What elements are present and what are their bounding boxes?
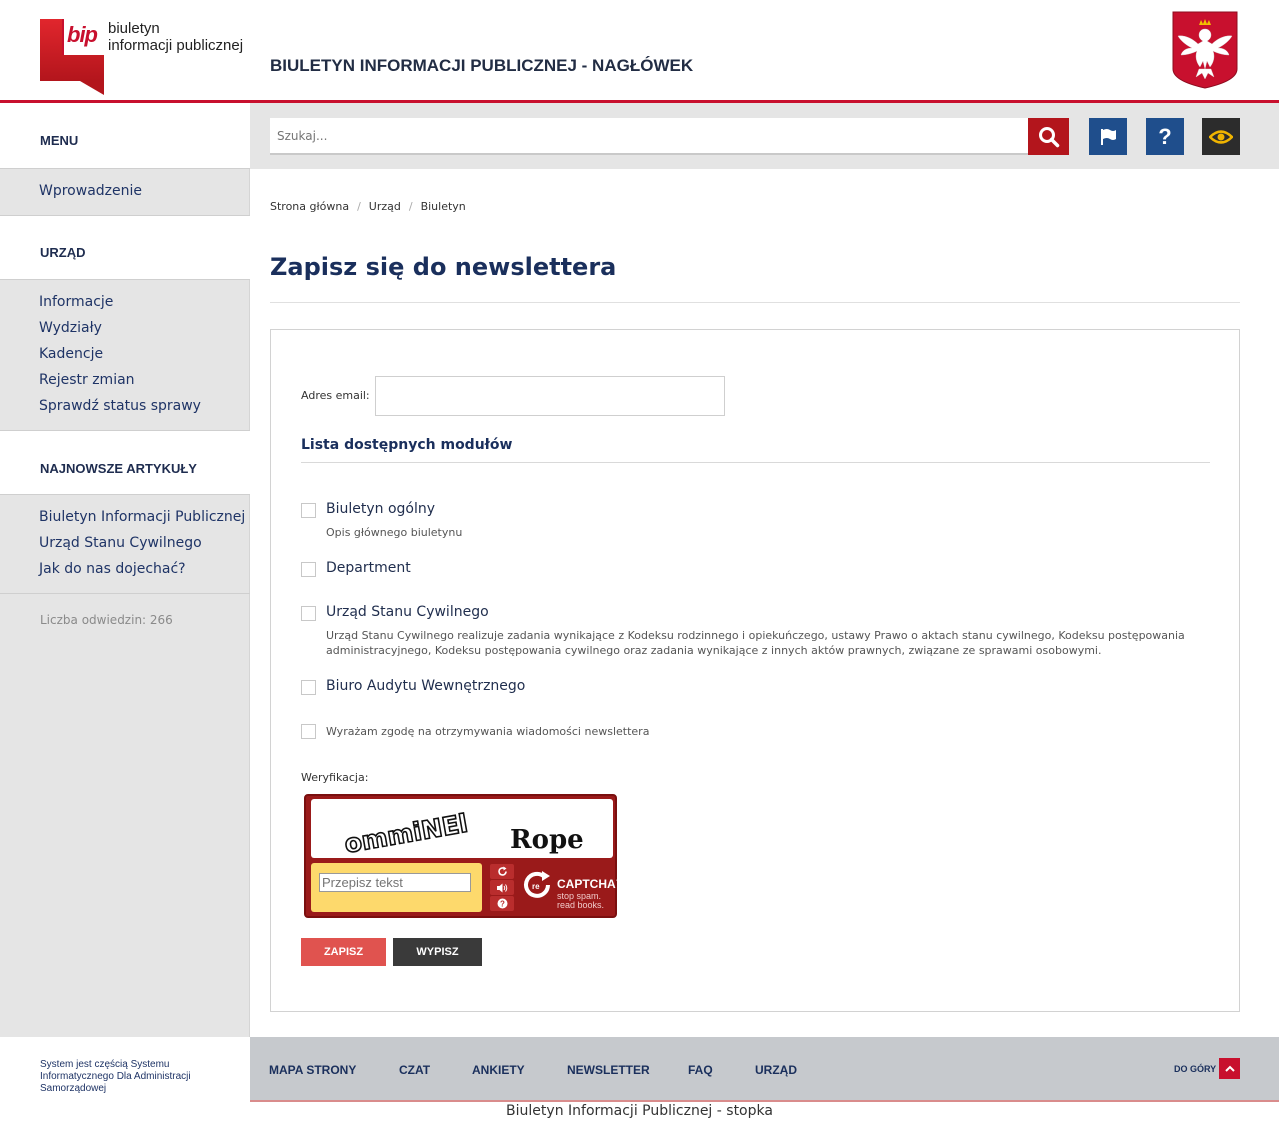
footer-link-office[interactable]: URZĄD xyxy=(755,1063,797,1077)
verification-label: Weryfikacja: xyxy=(301,771,369,784)
coat-of-arms-icon xyxy=(1172,11,1238,89)
recaptcha-slogan: stop spam. read books. xyxy=(557,892,604,910)
recaptcha-branding: re CAPTCHA™ stop spam. read books. xyxy=(520,868,628,912)
module-name: Department xyxy=(326,560,411,576)
sidebar-item-informacje[interactable]: Informacje xyxy=(39,294,113,310)
footer-system-text[interactable]: System jest częścią Systemu Informatyczn… xyxy=(40,1059,240,1095)
speaker-icon xyxy=(497,883,508,892)
sidebar-item-wydzialy[interactable]: Wydziały xyxy=(39,320,102,336)
refresh-button[interactable] xyxy=(490,864,514,879)
module-name: Urząd Stanu Cywilnego xyxy=(326,604,489,620)
module-checkbox-usc[interactable] xyxy=(301,606,316,621)
email-field[interactable] xyxy=(375,376,725,416)
breadcrumb-office[interactable]: Urząd xyxy=(369,200,401,213)
captcha-input[interactable] xyxy=(319,873,471,892)
help-icon: ? xyxy=(1158,123,1172,149)
module-checkbox-audyt[interactable] xyxy=(301,680,316,695)
bip-logo-word: bip xyxy=(67,22,98,47)
footer-link-polls[interactable]: ANKIETY xyxy=(472,1063,525,1077)
footer-link-newsletter[interactable]: NEWSLETTER xyxy=(567,1063,650,1077)
save-button[interactable]: ZAPISZ xyxy=(301,938,386,966)
sidebar-article-dojazd[interactable]: Jak do nas dojechać? xyxy=(39,561,186,577)
breadcrumb-separator: / xyxy=(357,200,361,213)
footer-link-sitemap[interactable]: MAPA STRONY xyxy=(269,1063,356,1077)
audio-button[interactable] xyxy=(490,880,514,895)
module-name: Biuletyn ogólny xyxy=(326,501,436,517)
header-title: BIULETYN INFORMACJI PUBLICZNEJ - NAGŁÓWE… xyxy=(270,56,694,75)
footer-nav: MAPA STRONY CZAT ANKIETY NEWSLETTER FAQ … xyxy=(250,1037,1279,1102)
newsletter-form: Adres email: Lista dostępnych modułów Bi… xyxy=(270,329,1240,1012)
module-name: Biuro Audytu Wewnętrznego xyxy=(326,678,526,694)
footer-bottom-text: Biuletyn Informacji Publicznej - stopka xyxy=(506,1103,773,1119)
breadcrumb-separator: / xyxy=(408,200,413,213)
module-checkbox-department[interactable] xyxy=(301,562,316,577)
chevron-up-icon xyxy=(1224,1065,1235,1072)
unsubscribe-button[interactable]: WYPISZ xyxy=(393,938,482,966)
breadcrumb: Strona główna / Urząd / Biuletyn xyxy=(270,200,466,213)
footer-link-faq[interactable]: FAQ xyxy=(688,1063,713,1077)
captcha-input-area xyxy=(311,863,482,912)
captcha-word-1: ommiNEl xyxy=(342,809,470,858)
breadcrumb-current: Biuletyn xyxy=(420,200,466,213)
header: bip biuletyn informacji publicznej BIULE… xyxy=(0,0,1279,103)
captcha-word-2: Rope xyxy=(510,825,584,855)
sidebar-item-rejestr-zmian[interactable]: Rejestr zmian xyxy=(39,372,135,388)
sidebar-office-heading: URZĄD xyxy=(0,215,250,280)
sidebar-article-usc[interactable]: Urząd Stanu Cywilnego xyxy=(39,535,202,551)
question-icon: ? xyxy=(497,898,507,909)
module-description: Urząd Stanu Cywilnego realizuje zadania … xyxy=(326,629,1185,657)
footer-link-chat[interactable]: CZAT xyxy=(399,1063,430,1077)
search-icon xyxy=(1038,126,1059,147)
consent-label: Wyrażam zgodę na otrzymywania wiadomości… xyxy=(326,725,650,738)
recaptcha-widget: ommiNEl Rope ? re CAPTCHA™ xyxy=(304,794,628,918)
captcha-controls: ? xyxy=(490,863,514,912)
sidebar-item-status-sprawy[interactable]: Sprawdź status sprawy xyxy=(39,398,201,414)
captcha-help-button[interactable]: ? xyxy=(490,896,514,911)
eye-icon xyxy=(1209,129,1233,144)
contrast-button[interactable] xyxy=(1202,118,1240,155)
recaptcha-logo-icon: re xyxy=(524,871,550,898)
sidebar-item-kadencje[interactable]: Kadencje xyxy=(39,346,103,362)
bip-logo[interactable]: bip biuletyn informacji publicznej xyxy=(40,19,252,95)
back-to-top-label[interactable]: DO GÓRY xyxy=(1174,1064,1216,1074)
refresh-icon xyxy=(497,866,507,876)
module-checkbox-biuletyn[interactable] xyxy=(301,503,316,518)
breadcrumb-home[interactable]: Strona główna xyxy=(270,200,349,213)
footer-system-info: System jest częścią Systemu Informatyczn… xyxy=(0,1037,250,1102)
search-input[interactable] xyxy=(270,118,1028,153)
bip-logo-text-line-1: biuletyn xyxy=(108,20,160,37)
toolbar: ? xyxy=(250,103,1279,169)
captcha-distorted-word: ommiNEl xyxy=(342,808,471,858)
modules-divider xyxy=(301,462,1210,463)
flag-icon xyxy=(1101,128,1116,145)
recaptcha-slogan-line-2: read books. xyxy=(557,900,605,910)
search-button[interactable] xyxy=(1028,118,1069,155)
page-title: Zapisz się do newslettera xyxy=(270,253,617,281)
sidebar-articles-heading: NAJNOWSZE ARTYKUŁY xyxy=(0,430,250,495)
search-box xyxy=(270,118,1028,155)
bip-logo-text-line-2: informacji publicznej xyxy=(108,37,244,54)
svg-text:?: ? xyxy=(500,900,505,909)
help-button[interactable]: ? xyxy=(1146,118,1184,155)
language-button[interactable] xyxy=(1089,118,1127,155)
module-description: Opis głównego biuletynu xyxy=(326,526,463,539)
bip-logo-text: biuletyn informacji publicznej xyxy=(108,20,243,54)
recaptcha-brand-text: CAPTCHA™ xyxy=(557,877,628,891)
captcha-image: ommiNEl Rope xyxy=(311,799,613,858)
sidebar-divider xyxy=(0,593,250,594)
visit-counter: Liczba odwiedzin: 266 xyxy=(40,613,173,627)
consent-checkbox[interactable] xyxy=(301,724,316,739)
sidebar-menu-heading: MENU xyxy=(0,103,250,169)
bip-logo-tail xyxy=(80,81,104,95)
svg-text:re: re xyxy=(532,882,540,891)
sidebar-item-wprowadzenie[interactable]: Wprowadzenie xyxy=(39,183,142,199)
title-divider xyxy=(270,302,1240,303)
back-to-top-button[interactable] xyxy=(1219,1058,1240,1079)
modules-title: Lista dostępnych modułów xyxy=(301,437,513,453)
email-label: Adres email: xyxy=(301,389,370,402)
sidebar: MENU Wprowadzenie URZĄD Informacje Wydzi… xyxy=(0,103,250,1037)
sidebar-article-bip[interactable]: Biuletyn Informacji Publicznej xyxy=(39,509,245,525)
